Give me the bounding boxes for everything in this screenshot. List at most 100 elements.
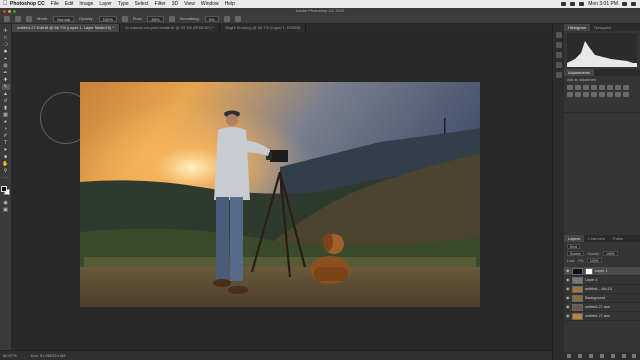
- history-brush-tool-icon[interactable]: ↺: [2, 98, 10, 104]
- app-menu[interactable]: Photoshop CC: [10, 1, 45, 7]
- layer-name[interactable]: Layer 1: [585, 278, 598, 282]
- frame-tool-icon[interactable]: ⊠: [2, 63, 10, 69]
- crop-tool-icon[interactable]: ⌖: [2, 56, 10, 62]
- layer-name[interactable]: untitled-...Nd-10: [585, 287, 612, 291]
- visibility-eye-icon[interactable]: ◉: [566, 305, 570, 309]
- menu-type[interactable]: Type: [118, 1, 129, 7]
- pen-tool-icon[interactable]: ✐: [2, 133, 10, 139]
- delete-layer-icon[interactable]: [632, 354, 637, 358]
- tab-layers[interactable]: Layers: [564, 235, 585, 242]
- blend-mode-select[interactable]: Screen: [567, 251, 585, 256]
- screen-mode-icon[interactable]: ▣: [2, 207, 10, 213]
- menu-window[interactable]: Window: [201, 1, 219, 7]
- document-tab[interactable]: Bright Sunning @ 66.7% (Layer 1, RGB/8): [220, 24, 307, 32]
- layer-style-icon[interactable]: [578, 354, 583, 358]
- levels-icon[interactable]: [575, 85, 581, 90]
- document-canvas-image[interactable]: [80, 82, 480, 307]
- wifi-icon[interactable]: [570, 2, 576, 6]
- new-group-icon[interactable]: [610, 354, 615, 358]
- photo-filter-icon[interactable]: [567, 92, 573, 97]
- layer-thumbnail[interactable]: [572, 312, 583, 320]
- menu-edit[interactable]: Edit: [65, 1, 74, 7]
- color-swatches[interactable]: [1, 186, 10, 195]
- eraser-tool-icon[interactable]: ▮: [2, 105, 10, 111]
- zoom-window-icon[interactable]: [13, 9, 16, 13]
- posterize-icon[interactable]: [599, 92, 605, 97]
- dodge-tool-icon[interactable]: ◑: [2, 126, 10, 132]
- rectangle-tool-icon[interactable]: ■: [2, 154, 10, 160]
- brush-preset-icon[interactable]: [15, 15, 21, 22]
- info-panel-icon[interactable]: [555, 52, 562, 58]
- document-tab[interactable]: untitled-27-Edit.tif @ 66.7% (Layer 1, L…: [12, 24, 120, 32]
- opacity-field[interactable]: 100%: [98, 15, 117, 22]
- brightness-contrast-icon[interactable]: [567, 85, 573, 90]
- document-info[interactable]: Doc: 51.9M/244.6M: [31, 353, 66, 358]
- visibility-eye-icon[interactable]: ◉: [566, 269, 570, 273]
- layer-name[interactable]: untitled-27.arw: [585, 305, 610, 309]
- battery-icon[interactable]: [579, 2, 585, 6]
- adjustment-layer-icon[interactable]: [599, 354, 604, 358]
- mode-select[interactable]: Normal: [53, 15, 75, 22]
- tab-paths[interactable]: Paths: [609, 235, 627, 242]
- layer-row[interactable]: ◉ untitled-...Nd-10: [564, 285, 640, 294]
- layer-name[interactable]: untitled-27.arw: [585, 314, 610, 318]
- menu-clock[interactable]: Mon 3:01 PM: [588, 1, 618, 7]
- layer-row[interactable]: ◉ untitled-27.arw: [564, 303, 640, 312]
- layer-thumbnail[interactable]: [572, 294, 583, 302]
- brush-settings-icon[interactable]: [26, 15, 32, 22]
- black-white-icon[interactable]: [623, 85, 629, 90]
- new-layer-icon[interactable]: [621, 354, 626, 358]
- menu-select[interactable]: Select: [135, 1, 149, 7]
- layer-row[interactable]: ◉ Background: [564, 294, 640, 303]
- minimize-window-icon[interactable]: [8, 9, 11, 13]
- type-tool-icon[interactable]: T: [2, 140, 10, 146]
- layer-opacity-field[interactable]: 100%: [602, 251, 618, 256]
- visibility-eye-icon[interactable]: ◉: [566, 287, 570, 291]
- layer-thumbnail[interactable]: [572, 276, 583, 284]
- tab-histogram[interactable]: Histogram: [564, 24, 591, 31]
- visibility-eye-icon[interactable]: ◉: [566, 296, 570, 300]
- airbrush-icon[interactable]: [168, 15, 175, 22]
- tab-channels[interactable]: Channels: [584, 235, 609, 242]
- layer-filter-kind[interactable]: Kind: [567, 244, 581, 249]
- document-tab[interactable]: 3c-tutorial-xxx-peel-matte.tif @ 33.3% (…: [120, 24, 221, 32]
- visibility-eye-icon[interactable]: ◉: [566, 314, 570, 318]
- hue-saturation-icon[interactable]: [607, 85, 613, 90]
- smoothing-options-icon[interactable]: [223, 15, 230, 22]
- color-balance-icon[interactable]: [615, 85, 621, 90]
- hand-tool-icon[interactable]: ✋: [2, 161, 10, 167]
- clone-stamp-tool-icon[interactable]: ▲: [2, 91, 10, 97]
- menu-layer[interactable]: Layer: [99, 1, 112, 7]
- layer-thumbnail[interactable]: [572, 267, 583, 275]
- gradient-tool-icon[interactable]: ▦: [2, 112, 10, 118]
- spotlight-icon[interactable]: [622, 2, 627, 6]
- smoothing-field[interactable]: 0%: [204, 15, 219, 22]
- home-icon[interactable]: [4, 15, 10, 22]
- notification-center-icon[interactable]: [631, 2, 636, 6]
- foreground-color-swatch[interactable]: [1, 186, 7, 192]
- menu-help[interactable]: Help: [225, 1, 235, 7]
- history-panel-icon[interactable]: [555, 32, 562, 38]
- apple-menu-icon[interactable]: : [0, 1, 10, 7]
- threshold-icon[interactable]: [607, 92, 613, 97]
- layer-mask-thumbnail[interactable]: [585, 267, 593, 275]
- visibility-eye-icon[interactable]: ◉: [566, 278, 570, 282]
- menu-file[interactable]: File: [51, 1, 59, 7]
- layer-fill-field[interactable]: 100%: [586, 258, 602, 263]
- layer-name[interactable]: Layer 1: [595, 269, 608, 273]
- tab-adjustments[interactable]: Adjustments: [564, 69, 595, 76]
- quick-select-tool-icon[interactable]: ✸: [2, 49, 10, 55]
- zoom-tool-icon[interactable]: ⚲: [2, 168, 10, 174]
- layer-row[interactable]: ◉ Layer 1: [564, 267, 640, 276]
- link-layers-icon[interactable]: [567, 354, 572, 358]
- channel-mixer-icon[interactable]: [575, 92, 581, 97]
- blur-tool-icon[interactable]: ●: [2, 119, 10, 125]
- symmetry-icon[interactable]: [234, 15, 241, 22]
- layer-row[interactable]: ◉ untitled-27.arw: [564, 312, 640, 321]
- menu-image[interactable]: Image: [79, 1, 93, 7]
- add-mask-icon[interactable]: [589, 354, 594, 358]
- selective-color-icon[interactable]: [623, 92, 629, 97]
- menu-3d[interactable]: 3D: [172, 1, 178, 7]
- tab-navigator[interactable]: Navigator: [590, 24, 615, 31]
- move-tool-icon[interactable]: ✛: [2, 28, 10, 34]
